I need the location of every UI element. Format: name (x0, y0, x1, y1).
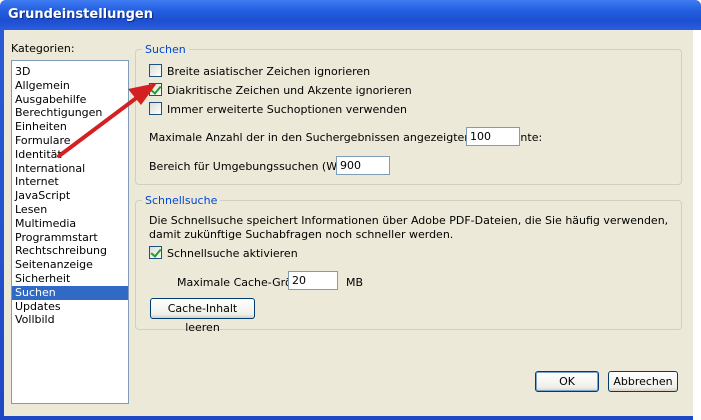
proximity-input[interactable]: 900 (336, 156, 390, 175)
max-docs-input[interactable]: 100 (466, 127, 520, 146)
ignore-diacritics-label: Diakritische Zeichen und Akzente ignorie… (167, 84, 412, 97)
window-right-edge (693, 30, 701, 420)
dialog-client-area: Kategorien: 3D Allgemein Ausgabehilfe Berec… (4, 30, 693, 416)
categories-label: Kategorien: (11, 42, 75, 55)
quicksearch-enable-checkbox[interactable] (149, 246, 162, 259)
ignore-asian-width-label: Breite asiatischer Zeichen ignorieren (167, 65, 371, 78)
title-bar[interactable]: Grundeinstellungen (0, 0, 701, 30)
cache-size-label: Maximale Cache-Größe (177, 276, 306, 289)
cache-size-unit: MB (346, 276, 364, 289)
category-item[interactable]: Updates (12, 300, 128, 314)
quicksearch-description: Die Schnellsuche speichert Informationen… (149, 214, 669, 241)
advanced-search-checkbox[interactable] (149, 102, 162, 115)
category-item[interactable]: Sicherheit (12, 272, 128, 286)
category-item[interactable]: Berechtigungen (12, 106, 128, 120)
advanced-search-label: Immer erweiterte Suchoptionen verwenden (167, 103, 408, 116)
categories-list[interactable]: 3D Allgemein Ausgabehilfe Berechtigungen Ein… (11, 60, 129, 404)
category-item[interactable]: Ausgabehilfe (12, 93, 128, 107)
search-group-legend: Suchen (142, 43, 189, 56)
category-item[interactable]: Internet (12, 175, 128, 189)
category-item[interactable]: 3D (12, 65, 128, 79)
category-item[interactable]: Multimedia (12, 217, 128, 231)
ok-button[interactable]: OK (535, 371, 599, 392)
dialog-window: Grundeinstellungen Kategorien: 3D Allgeme… (0, 0, 701, 420)
ignore-diacritics-checkbox[interactable] (149, 83, 162, 96)
quicksearch-enable-label: Schnellsuche aktivieren (167, 247, 298, 260)
category-item[interactable]: Einheiten (12, 120, 128, 134)
category-item[interactable]: Vollbild (12, 313, 128, 327)
category-item[interactable]: Formulare (12, 134, 128, 148)
clear-cache-button[interactable]: Cache-Inhalt leeren (150, 298, 255, 334)
category-item[interactable]: JavaScript (12, 189, 128, 203)
quicksearch-group-legend: Schnellsuche (142, 194, 221, 207)
category-item[interactable]: Allgemein (12, 79, 128, 93)
category-item[interactable]: Suchen (12, 285, 128, 300)
category-item[interactable]: Rechtschreibung (12, 244, 128, 258)
ignore-asian-width-checkbox[interactable] (149, 64, 162, 77)
category-item[interactable]: Lesen (12, 203, 128, 217)
category-item[interactable]: Programmstart (12, 231, 128, 245)
category-item[interactable]: Seitenanzeige (12, 258, 128, 272)
category-item[interactable]: International (12, 162, 128, 176)
cancel-button[interactable]: Abbrechen (608, 371, 678, 392)
cache-size-input[interactable]: 20 (288, 271, 338, 290)
category-item[interactable]: Identität (12, 148, 128, 162)
window-title: Grundeinstellungen (8, 7, 153, 22)
